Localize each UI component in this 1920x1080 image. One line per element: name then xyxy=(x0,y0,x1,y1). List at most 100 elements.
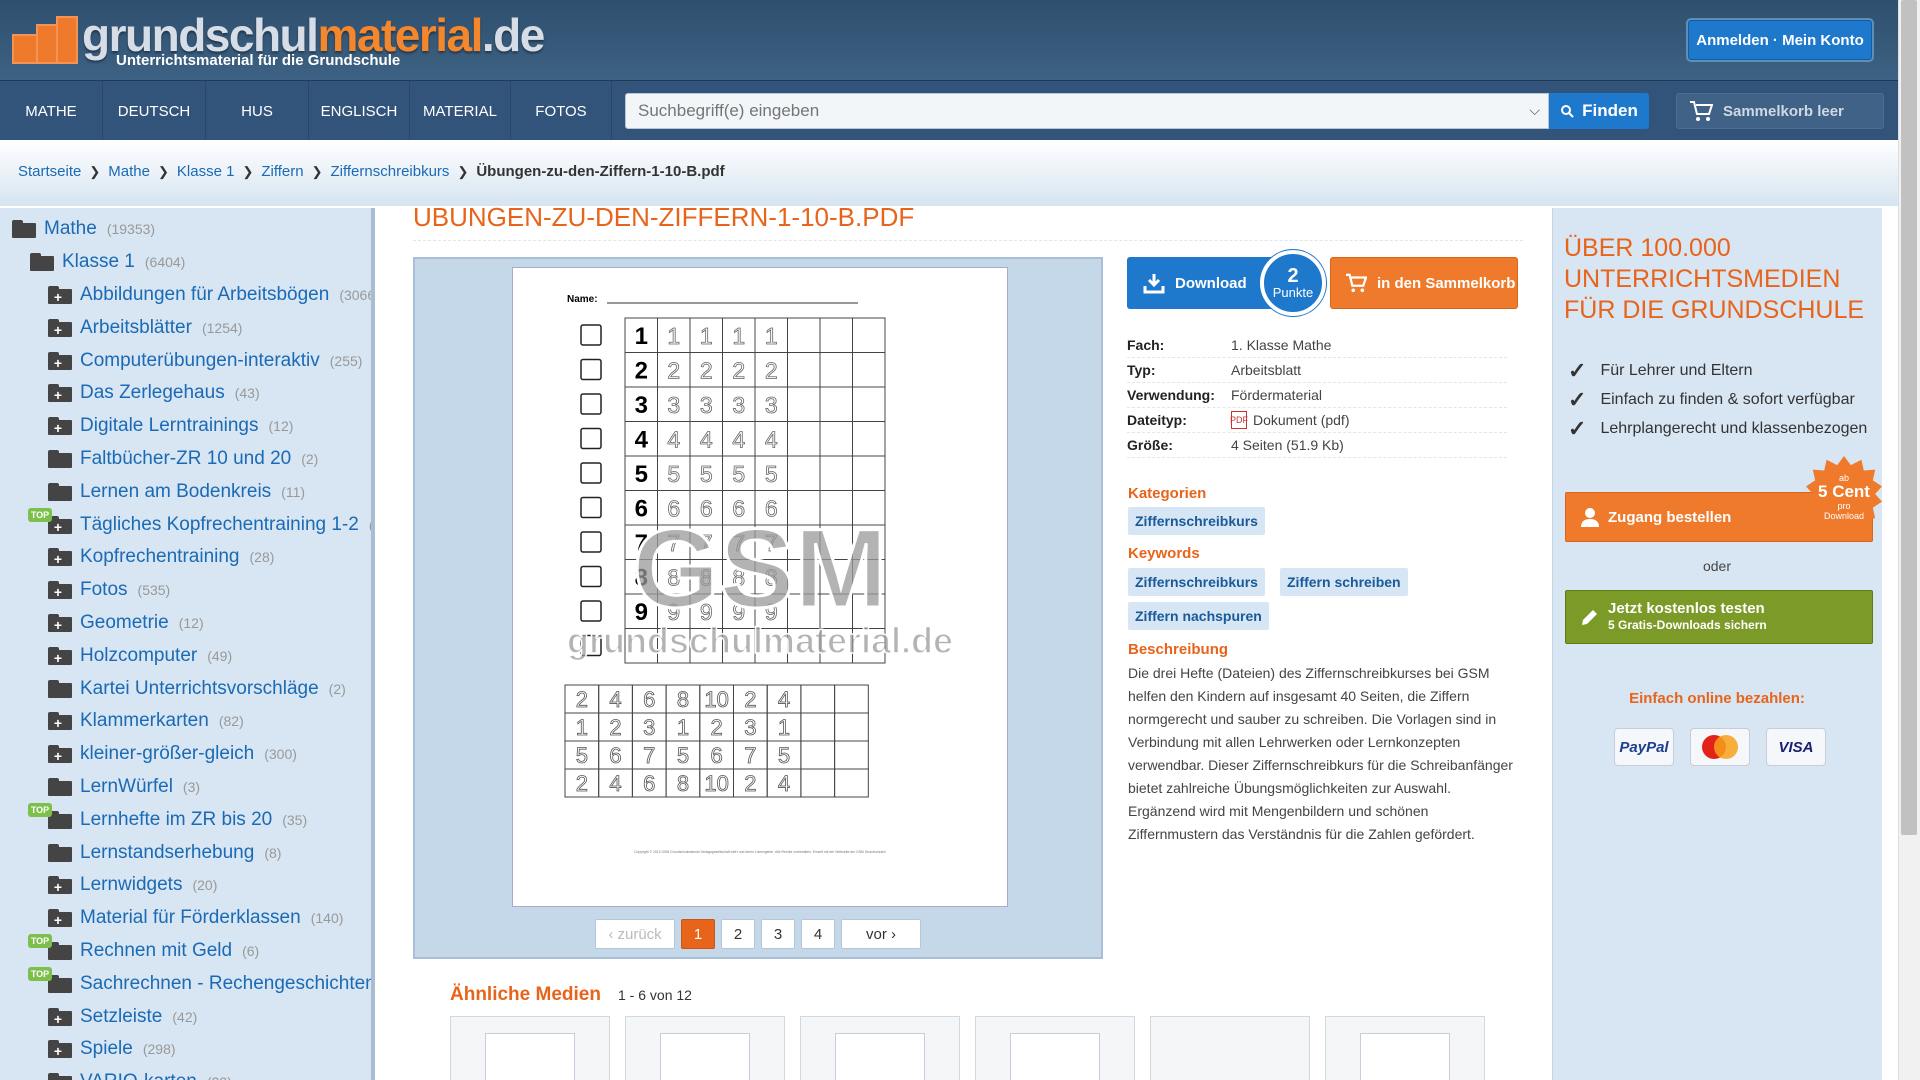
nav-item-fotos[interactable]: FOTOS xyxy=(511,81,612,141)
breadcrumb-link[interactable]: Ziffernschreibkurs xyxy=(331,163,450,180)
pager-page-4[interactable]: 4 xyxy=(801,919,835,949)
svg-text:7: 7 xyxy=(643,743,655,768)
cart-label: Sammelkorb leer xyxy=(1723,102,1844,120)
svg-text:3: 3 xyxy=(765,392,778,418)
logo-blocks-icon xyxy=(12,16,80,68)
tree-label: Sachrechnen - Rechengeschichten xyxy=(80,972,375,994)
keyword-chip[interactable]: Ziffern nachspuren xyxy=(1128,602,1269,630)
folder-icon: + xyxy=(48,318,72,337)
fact-value: Fördermaterial xyxy=(1231,387,1323,403)
svg-text:5: 5 xyxy=(700,461,713,487)
scrollbar-thumb[interactable] xyxy=(1901,0,1917,835)
pager-page-3[interactable]: 3 xyxy=(761,919,795,949)
tree-item[interactable]: + Kopfrechentraining (28) xyxy=(48,546,274,568)
plus-icon: + xyxy=(53,518,63,535)
tree-item[interactable]: + Setzleiste (42) xyxy=(48,1006,197,1028)
svg-text:2: 2 xyxy=(744,687,756,712)
tree-item[interactable]: + kleiner-größer-gleich (300) xyxy=(48,743,297,765)
nav-item-mathe[interactable]: MATHE xyxy=(0,81,103,141)
tree-item[interactable]: Lernen am Bodenkreis (11) xyxy=(48,481,305,503)
find-button[interactable]: Finden xyxy=(1549,93,1649,129)
tree-count: (82) xyxy=(218,713,244,730)
nav-item-deutsch[interactable]: DEUTSCH xyxy=(103,81,206,141)
tree-item[interactable]: + Arbeitsblätter (1254) xyxy=(48,317,242,339)
similar-heading: Ähnliche Medien xyxy=(450,984,601,1005)
similar-thumbnail[interactable] xyxy=(975,1016,1135,1080)
breadcrumb-link[interactable]: Ziffern xyxy=(261,163,303,180)
tree-item[interactable]: + Lernwidgets (20) xyxy=(48,874,217,896)
category-tree: Mathe (19353) Klasse 1 (6404) + Abbildungen f… xyxy=(0,208,375,1080)
pager-prev-button[interactable]: ‹ zurück xyxy=(595,919,675,949)
tree-item[interactable]: Rechnen mit Geld (6) xyxy=(48,940,259,962)
nav-item-material[interactable]: MATERIAL xyxy=(410,81,511,141)
keyword-chip[interactable]: Ziffern schreiben xyxy=(1280,568,1408,596)
keyword-chip[interactable]: Ziffernschreibkurs xyxy=(1128,568,1265,596)
similar-thumbnail[interactable] xyxy=(450,1016,610,1080)
nav-item-englisch[interactable]: ENGLISCH xyxy=(309,81,410,141)
tree-count: (8) xyxy=(264,844,282,861)
thumbnail-image xyxy=(1010,1033,1100,1080)
tree-item[interactable]: + Abbildungen für Arbeitsbögen (3066) xyxy=(48,284,371,306)
similar-thumbnail[interactable] xyxy=(800,1016,960,1080)
pager-page-2[interactable]: 2 xyxy=(721,919,755,949)
svg-text:1: 1 xyxy=(700,323,713,349)
tree-item[interactable]: Lernhefte im ZR bis 20 (35) xyxy=(48,809,307,831)
folder-open-icon xyxy=(30,253,54,271)
tree-item[interactable]: + Digitale Lerntrainings (12) xyxy=(48,415,293,437)
thumbnail-image xyxy=(1360,1033,1450,1080)
folder-icon: + xyxy=(48,417,72,436)
page-title: UBUNGEN-ZU-DEN-ZIFFERN-1-10-B.PDF xyxy=(413,202,915,232)
category-chip[interactable]: Ziffernschreibkurs xyxy=(1128,507,1265,535)
similar-thumbnail[interactable] xyxy=(1325,1016,1485,1080)
tree-item[interactable]: + Computerübungen-interaktiv (255) xyxy=(48,350,362,372)
fact-key: Größe: xyxy=(1127,437,1173,453)
breadcrumb-link[interactable]: Mathe xyxy=(108,163,150,180)
breadcrumb-link[interactable]: Startseite xyxy=(18,163,81,180)
tree-count: (3) xyxy=(182,779,201,795)
tree-item[interactable]: + Fotos (535) xyxy=(48,579,170,601)
tree-label: Das Zerlegehaus xyxy=(80,382,225,404)
tree-item[interactable]: Kartei Unterrichtsvorschläge (2) xyxy=(48,678,346,700)
tree-item[interactable]: + Tägliches Kopfrechentraining 1-2 ( xyxy=(48,514,371,536)
document-page[interactable]: Name: 1111122222333334444455555666667777… xyxy=(512,267,1008,907)
login-account-button[interactable]: Anmelden · Mein Konto xyxy=(1688,20,1872,60)
tree-item[interactable]: + Holzcomputer (49) xyxy=(48,645,232,667)
tree-item[interactable]: Sachrechnen - Rechengeschichten xyxy=(48,972,375,995)
free-trial-button[interactable]: Jetzt kostenlos testen 5 Gratis-Download… xyxy=(1565,590,1873,644)
tree-count: (28) xyxy=(249,549,275,566)
chevron-down-icon[interactable]: ⌵ xyxy=(1529,102,1540,119)
add-to-basket-button[interactable]: in den Sammelkorb xyxy=(1330,257,1518,309)
svg-text:4: 4 xyxy=(609,771,621,796)
tree-item[interactable]: + Klammerkarten (82) xyxy=(48,710,244,732)
promo-check-item: ✓ Lehrplangerecht und klassenbezogen xyxy=(1568,416,1867,442)
similar-thumbnail[interactable] xyxy=(1150,1016,1310,1080)
fact-key: Typ: xyxy=(1127,362,1156,378)
search-icon xyxy=(1561,105,1574,118)
tree-item[interactable]: + VARIO-karten (22) xyxy=(48,1071,232,1080)
fact-value: 4 Seiten (51.9 Kb) xyxy=(1231,437,1344,453)
tree-root-mathe[interactable]: Mathe (19353) xyxy=(12,218,155,240)
tree-item[interactable]: + Spiele (298) xyxy=(48,1038,176,1060)
svg-text:4: 4 xyxy=(778,771,790,796)
tree-label: Lernwidgets xyxy=(80,874,183,896)
cart-button[interactable]: Sammelkorb leer xyxy=(1676,93,1884,129)
search-input[interactable] xyxy=(626,94,1506,128)
search-box: ⌵ xyxy=(625,93,1549,129)
description-text: Die drei Hefte (Dateien) des Ziffernschr… xyxy=(1128,665,1513,842)
svg-text:4: 4 xyxy=(609,687,621,712)
tree-item[interactable]: Faltbücher-ZR 10 und 20 (2) xyxy=(48,448,318,470)
tree-item[interactable]: + Material für Förderklassen (140) xyxy=(48,907,343,929)
breadcrumb-link[interactable]: Klasse 1 xyxy=(177,163,235,180)
similar-thumbnail[interactable] xyxy=(625,1016,785,1080)
tree-item[interactable]: LernWürfel (3) xyxy=(48,776,200,798)
tree-item[interactable]: Lernstandserhebung (8) xyxy=(48,842,281,864)
fact-value-text: Dokument (pdf) xyxy=(1253,412,1350,428)
svg-text:7: 7 xyxy=(744,743,756,768)
pager-page-1[interactable]: 1 xyxy=(681,919,715,949)
pager-next-button[interactable]: vor › xyxy=(841,919,921,949)
tree-item[interactable]: + Geometrie (12) xyxy=(48,612,204,634)
nav-item-hus[interactable]: HUS xyxy=(206,81,309,141)
tree-item-klasse-1[interactable]: Klasse 1 (6404) xyxy=(30,251,185,273)
tree-label: Geometrie xyxy=(80,612,169,633)
tree-item[interactable]: + Das Zerlegehaus (43) xyxy=(48,382,260,404)
